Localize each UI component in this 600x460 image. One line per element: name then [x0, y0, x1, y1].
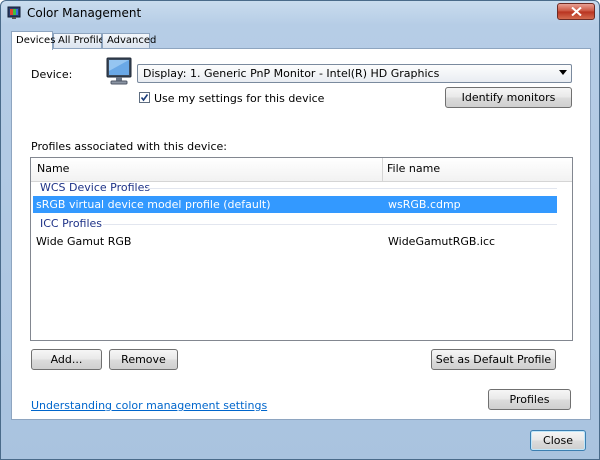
color-management-app-icon [7, 6, 21, 19]
device-label: Device: [31, 68, 73, 81]
group-divider-line [147, 188, 557, 189]
column-header-name[interactable]: Name [37, 162, 69, 175]
profiles-list-header: Name File name [31, 158, 572, 182]
column-divider[interactable] [382, 158, 383, 181]
tab-advanced[interactable]: Advanced [102, 33, 156, 48]
device-select-value: Display: 1. Generic PnP Monitor - Intel(… [143, 67, 440, 80]
understanding-color-management-link[interactable]: Understanding color management settings [31, 399, 267, 412]
close-icon [571, 7, 582, 16]
group-header-wcs: WCS Device Profiles [40, 181, 151, 194]
group-divider-line [103, 224, 557, 225]
device-select[interactable]: Display: 1. Generic PnP Monitor - Intel(… [137, 64, 572, 83]
chevron-down-icon [559, 70, 567, 75]
color-management-window: Color Management Devices All Profiles Ad… [0, 0, 600, 460]
column-header-file-name[interactable]: File name [387, 162, 440, 175]
group-header-icc: ICC Profiles [40, 217, 103, 230]
profiles-button[interactable]: Profiles [488, 389, 571, 410]
close-button[interactable]: Close [530, 430, 586, 451]
profiles-list[interactable]: Name File name WCS Device Profiles sRGB … [30, 157, 573, 341]
window-close-button[interactable] [557, 3, 595, 20]
set-default-profile-button[interactable]: Set as Default Profile [431, 349, 556, 370]
use-my-settings-checkbox[interactable] [139, 92, 150, 103]
identify-monitors-button[interactable]: Identify monitors [445, 87, 572, 108]
profile-name: Wide Gamut RGB [36, 235, 132, 248]
tab-devices[interactable]: Devices [11, 31, 55, 50]
profile-file-name: wsRGB.cdmp [388, 198, 461, 211]
window-title: Color Management [27, 6, 142, 20]
add-profile-button[interactable]: Add... [31, 349, 102, 370]
list-item[interactable]: Wide Gamut RGB WideGamutRGB.icc [33, 233, 557, 250]
profile-name: sRGB virtual device model profile (defau… [36, 198, 271, 211]
list-item[interactable]: sRGB virtual device model profile (defau… [33, 196, 557, 213]
monitor-icon [106, 57, 132, 85]
profile-file-name: WideGamutRGB.icc [388, 235, 496, 248]
tab-all-profiles[interactable]: All Profiles [53, 33, 110, 48]
profiles-section-label: Profiles associated with this device: [31, 140, 228, 153]
use-my-settings-label[interactable]: Use my settings for this device [154, 92, 324, 105]
checkmark-icon [140, 94, 149, 102]
remove-profile-button[interactable]: Remove [109, 349, 178, 370]
title-bar[interactable]: Color Management [1, 1, 599, 25]
